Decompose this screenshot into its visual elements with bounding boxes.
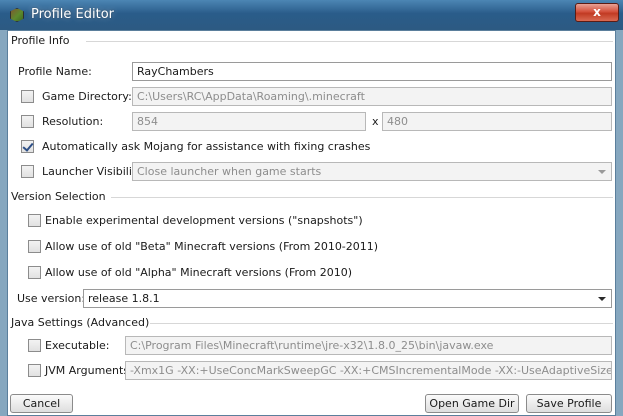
close-button[interactable]: x xyxy=(575,3,619,22)
profile-editor-window: Profile Editor x Profile Info Profile Na… xyxy=(0,0,623,416)
java-settings-heading: Java Settings (Advanced) xyxy=(11,316,150,329)
profile-info-divider xyxy=(86,41,613,42)
java-settings-divider xyxy=(150,323,613,324)
alpha-versions-checkbox[interactable] xyxy=(28,266,41,279)
save-profile-button[interactable]: Save Profile xyxy=(526,394,612,413)
dialog-body: Profile Info Profile Name: RayChambers G… xyxy=(7,30,616,416)
window-title: Profile Editor xyxy=(31,7,115,22)
chevron-down-icon xyxy=(598,170,606,174)
resolution-separator: x xyxy=(372,115,379,128)
use-version-select[interactable]: release 1.8.1 xyxy=(83,289,612,308)
use-version-value: release 1.8.1 xyxy=(88,292,160,305)
version-selection-heading: Version Selection xyxy=(11,190,106,203)
resolution-width-input[interactable]: 854 xyxy=(132,112,366,131)
profile-name-input[interactable]: RayChambers xyxy=(132,62,612,81)
beta-versions-label: Allow use of old "Beta" Minecraft versio… xyxy=(45,240,379,253)
beta-versions-checkbox[interactable] xyxy=(28,240,41,253)
executable-input[interactable]: C:\Program Files\Minecraft\runtime\jre-x… xyxy=(125,336,612,355)
version-selection-divider xyxy=(111,197,613,198)
game-directory-input[interactable]: C:\Users\RC\AppData\Roaming\.minecraft xyxy=(132,87,612,106)
jvm-arguments-checkbox[interactable] xyxy=(28,364,41,377)
close-icon: x xyxy=(593,5,601,19)
executable-checkbox[interactable] xyxy=(28,339,41,352)
title-bar[interactable]: Profile Editor x xyxy=(0,0,623,30)
cancel-button[interactable]: Cancel xyxy=(10,394,73,413)
launcher-visibility-label: Launcher Visibility: xyxy=(42,165,146,178)
profile-name-label: Profile Name: xyxy=(18,65,92,78)
launcher-visibility-select[interactable]: Close launcher when game starts xyxy=(132,162,612,181)
alpha-versions-label: Allow use of old "Alpha" Minecraft versi… xyxy=(45,266,353,279)
snapshots-label: Enable experimental development versions… xyxy=(45,214,363,227)
game-directory-checkbox[interactable] xyxy=(21,90,34,103)
snapshots-checkbox[interactable] xyxy=(28,214,41,227)
open-game-dir-button[interactable]: Open Game Dir xyxy=(425,394,519,413)
profile-info-heading: Profile Info xyxy=(11,34,70,47)
chevron-down-icon xyxy=(598,297,606,301)
game-directory-label: Game Directory: xyxy=(42,90,132,103)
resolution-checkbox[interactable] xyxy=(21,115,34,128)
auto-ask-checkbox[interactable] xyxy=(21,140,34,153)
jvm-arguments-input[interactable]: -Xmx1G -XX:+UseConcMarkSweepGC -XX:+CMSI… xyxy=(125,361,612,380)
launcher-visibility-checkbox[interactable] xyxy=(21,165,34,178)
launcher-visibility-value: Close launcher when game starts xyxy=(137,165,322,178)
executable-label: Executable: xyxy=(45,339,110,352)
jvm-arguments-label: JVM Arguments: xyxy=(45,364,133,377)
resolution-height-input[interactable]: 480 xyxy=(382,112,612,131)
auto-ask-label: Automatically ask Mojang for assistance … xyxy=(42,140,371,153)
use-version-label: Use version: xyxy=(17,292,86,305)
resolution-label: Resolution: xyxy=(42,115,104,128)
minecraft-grass-block-icon xyxy=(10,8,24,22)
